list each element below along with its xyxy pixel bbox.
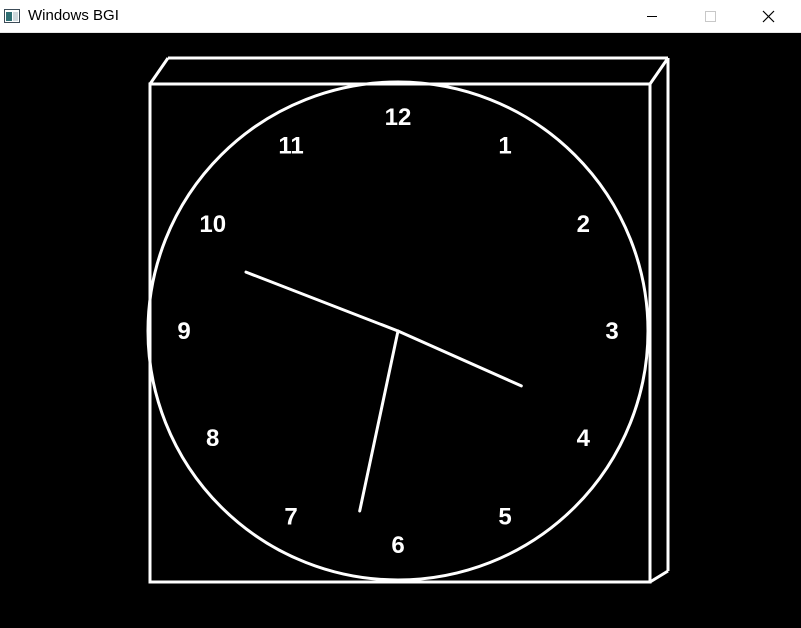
- numeral-3: 3: [605, 318, 618, 345]
- numeral-11: 11: [278, 133, 303, 160]
- drawing-area: 12 1 2 3 4 5 6 7 8 9 10 11: [0, 33, 801, 628]
- bgi-window: Windows BGI 12 1 2 3 4 5 6 7 8 9 10 11: [0, 0, 801, 628]
- box-edge-bottom-right: [649, 569, 669, 584]
- app-icon[interactable]: [4, 9, 20, 23]
- box-edge-top-right: [648, 57, 670, 85]
- second-hand: [358, 329, 400, 513]
- minimize-button[interactable]: [629, 0, 675, 32]
- title-bar[interactable]: Windows BGI: [0, 0, 801, 33]
- hour-hand: [396, 329, 523, 388]
- numeral-5: 5: [498, 503, 511, 530]
- numeral-1: 1: [498, 133, 511, 160]
- window-title: Windows BGI: [28, 7, 119, 24]
- numeral-7: 7: [284, 503, 297, 530]
- clock-drawing: 121234567891011: [146, 56, 670, 584]
- numeral-6: 6: [391, 532, 404, 559]
- numeral-10: 10: [199, 211, 226, 238]
- numeral-4: 4: [577, 425, 591, 452]
- maximize-button[interactable]: [687, 0, 733, 32]
- numeral-2: 2: [577, 211, 590, 238]
- numeral-12: 12: [385, 104, 412, 131]
- minute-hand: [244, 270, 400, 333]
- box-edge-top-left: [148, 57, 170, 85]
- clock-box: [148, 56, 670, 584]
- clock-hands: [244, 270, 523, 513]
- close-icon: [762, 10, 775, 23]
- maximize-icon: [705, 11, 716, 22]
- minimize-icon: [647, 16, 657, 17]
- numeral-8: 8: [206, 425, 219, 452]
- close-button[interactable]: [745, 0, 791, 32]
- numeral-9: 9: [177, 318, 190, 345]
